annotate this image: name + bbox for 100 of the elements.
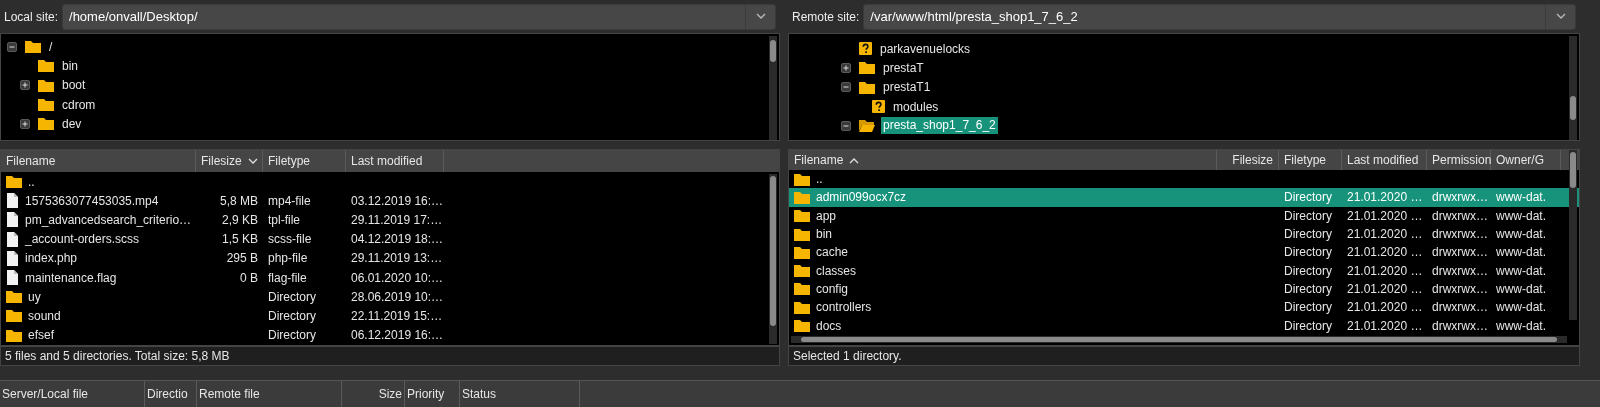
table-cell-text: uy [28, 288, 41, 306]
folder-icon [794, 190, 810, 204]
table-cell-text: .. [816, 171, 823, 189]
scrollbar-thumb[interactable] [770, 40, 776, 62]
folder-icon [794, 245, 810, 259]
tree-item[interactable]: modules [891, 97, 941, 116]
column-header[interactable]: Priority [405, 381, 460, 407]
table-cell-text: pm_advancedsearch_criterio… [25, 211, 192, 229]
table-cell-text: Directory [1284, 280, 1332, 298]
column-header[interactable]: Server/Local file [0, 381, 145, 407]
tree-item[interactable]: boot [60, 76, 88, 95]
column-header[interactable]: Permission [1427, 150, 1491, 170]
table-cell-text: 0 B [240, 269, 258, 287]
table-cell-text: 1,5 KB [221, 231, 258, 249]
table-cell-text: Directory [268, 288, 316, 306]
path-field[interactable]: /home/onvall/Desktop/ [62, 3, 776, 30]
column-header[interactable]: Status [460, 381, 580, 407]
folder-icon [6, 290, 22, 304]
table-cell-text: 04.12.2019 18:… [351, 231, 444, 249]
table-cell-text: 21.01.2020 … [1347, 262, 1423, 280]
table-cell-text: bin [816, 226, 832, 244]
tree-item[interactable]: dev [60, 114, 84, 133]
table-cell-text: tpl-file [268, 211, 300, 229]
tree-item[interactable]: cdrom [60, 95, 98, 114]
scrollbar-thumb[interactable] [1570, 152, 1576, 188]
sort-descending-icon [247, 157, 258, 165]
column-header[interactable]: Filesize [1217, 150, 1279, 170]
table-cell-text: drwxrwx… [1432, 317, 1488, 335]
table-cell-text: controllers [816, 299, 872, 317]
table-cell-text: www-dat. [1496, 244, 1546, 262]
column-header[interactable]: Filetype [1279, 150, 1342, 170]
column-header[interactable]: Last modified [1342, 150, 1427, 170]
table-cell-text: Directory [268, 327, 316, 345]
folder-icon [38, 117, 54, 131]
status-text: 5 files and 5 directories. Total size: 5,8 MB [5, 348, 230, 365]
table-cell-text: www-dat. [1496, 317, 1546, 335]
tree-item[interactable]: presta_shop1_7_6_2 [881, 117, 998, 135]
table-cell-text: 06.01.2020 10:… [351, 269, 444, 287]
table-cell-text: www-dat. [1496, 280, 1546, 298]
column-header[interactable]: Last modified [346, 150, 444, 172]
folder-icon [794, 300, 810, 314]
table-cell-text: _account-orders.scss [25, 231, 140, 249]
scrollbar-thumb[interactable] [801, 337, 1557, 342]
folder-icon [38, 59, 54, 73]
scrollbar-thumb[interactable] [770, 176, 776, 326]
table-cell-text: 28.06.2019 10:… [351, 288, 444, 306]
folder-icon [859, 61, 875, 75]
column-header[interactable]: Filename [789, 150, 1217, 170]
table-cell-text: drwxrwx… [1432, 189, 1488, 207]
scrollbar-thumb[interactable] [1570, 96, 1576, 120]
folder-icon [859, 119, 875, 133]
folder-icon [25, 40, 41, 54]
table-cell-text: www-dat. [1496, 189, 1546, 207]
tree-item[interactable]: bin [60, 56, 80, 75]
tree-item[interactable]: / [47, 37, 55, 56]
table-cell-text: 21.01.2020 … [1347, 299, 1423, 317]
table-cell-text: config [816, 280, 849, 298]
folder-icon [794, 282, 810, 296]
selected-row[interactable]: admin099ocx7cz Directory 21.01.2020 … drwxrwx… www-dat. [789, 188, 1579, 207]
tree-item[interactable]: prestaT [881, 58, 926, 77]
table-cell-text: www-dat. [1496, 299, 1546, 317]
folder-icon [38, 98, 54, 112]
table-cell-text: scss-file [268, 231, 312, 249]
table-cell-text: www-dat. [1496, 262, 1546, 280]
column-header[interactable]: Owner/G [1491, 150, 1561, 170]
path-field[interactable]: /var/www/html/presta_shop1_7_6_2 [863, 3, 1576, 30]
table-cell-text: Directory [1284, 226, 1332, 244]
file-icon [6, 212, 19, 228]
table-cell-text: www-dat. [1496, 226, 1546, 244]
table-cell-text: Directory [268, 307, 316, 325]
column-header[interactable]: Filename [1, 150, 196, 172]
table-cell-text: admin099ocx7cz [816, 189, 907, 207]
table-cell-text: maintenance.flag [25, 269, 117, 287]
column-header[interactable]: Filetype [263, 150, 346, 172]
folder-icon [6, 175, 22, 189]
table-cell-text: 21.01.2020 … [1347, 207, 1423, 225]
file-icon [6, 250, 19, 266]
file-icon [6, 270, 19, 286]
column-header[interactable]: Filesize [196, 150, 263, 172]
column-header[interactable]: Directio [145, 381, 197, 407]
table-cell-text: www-dat. [1496, 207, 1546, 225]
table-cell-text: Directory [1284, 207, 1332, 225]
tree-item[interactable]: prestaT1 [881, 78, 933, 97]
file-icon [6, 193, 19, 209]
column-header[interactable]: Size [342, 381, 405, 407]
table-cell-text: docs [816, 317, 842, 335]
table-cell-text: 06.12.2019 16:… [351, 327, 444, 345]
table-cell-text: 21.01.2020 … [1347, 189, 1423, 207]
table-cell-text: drwxrwx… [1432, 262, 1488, 280]
table-cell-text: drwxrwx… [1432, 226, 1488, 244]
table-cell-text: drwxrwx… [1432, 299, 1488, 317]
table-cell-text: flag-file [268, 269, 307, 287]
sort-ascending-icon [849, 156, 860, 164]
table-cell-text: Directory [1284, 299, 1332, 317]
column-header[interactable]: Remote file [197, 381, 342, 407]
table-cell-text: 21.01.2020 … [1347, 317, 1423, 335]
file-icon [6, 231, 19, 247]
table-cell-text: index.php [25, 250, 78, 268]
chevron-down-icon [1555, 13, 1566, 20]
tree-item[interactable]: parkavenuelocks [878, 39, 973, 58]
